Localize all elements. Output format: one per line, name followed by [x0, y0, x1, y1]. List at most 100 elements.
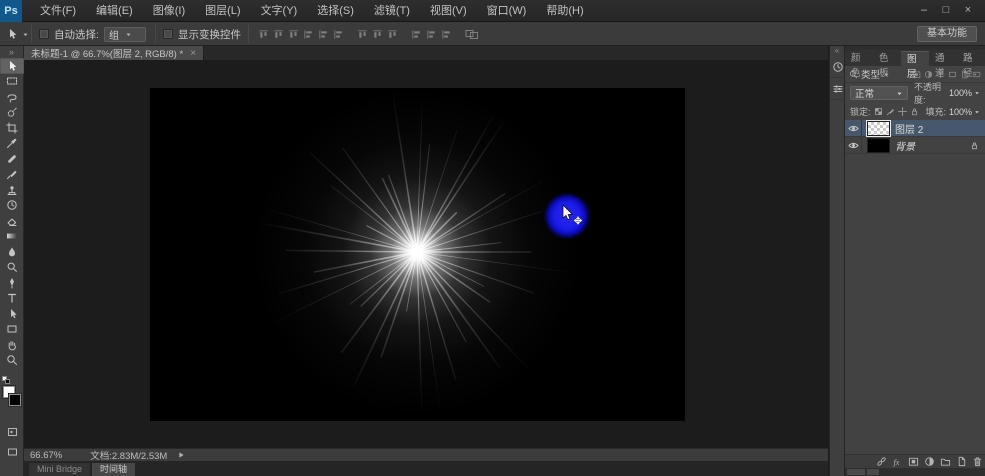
layer-mask-icon[interactable]	[908, 456, 919, 467]
distribute-top-edges-icon[interactable]	[357, 29, 368, 40]
gradient-tool[interactable]	[0, 229, 24, 245]
dodge-tool[interactable]	[0, 260, 24, 276]
history-panel-icon[interactable]	[830, 56, 846, 78]
spot-healing-brush-tool[interactable]	[0, 151, 24, 167]
minimize-button[interactable]: –	[913, 0, 935, 20]
background-color-swatch[interactable]	[9, 394, 21, 406]
close-tab-icon[interactable]: ×	[190, 48, 196, 59]
adjustment-layer-icon[interactable]	[924, 456, 935, 467]
layer-row[interactable]: 图层 2	[845, 120, 985, 137]
brush-tool[interactable]	[0, 167, 24, 183]
layer-style-icon[interactable]: fx	[892, 456, 903, 467]
layer-row[interactable]: 背景	[845, 137, 985, 154]
blur-tool[interactable]	[0, 244, 24, 260]
new-group-icon[interactable]	[940, 456, 951, 467]
menu-item[interactable]: 文件(F)	[30, 0, 86, 22]
show-transform-checkbox[interactable]	[163, 29, 173, 39]
zoom-tool[interactable]	[0, 353, 24, 369]
zoom-level-field[interactable]: 66.67%	[30, 450, 62, 461]
workspace-switcher-button[interactable]: 基本功能	[917, 26, 977, 42]
distribute-vertical-centers-icon[interactable]	[372, 29, 383, 40]
hand-tool[interactable]	[0, 337, 24, 353]
bottom-tab-timeline[interactable]: 时间轴	[92, 463, 135, 476]
lock-position-icon[interactable]	[898, 107, 907, 116]
menu-item[interactable]: 文字(Y)	[251, 0, 308, 22]
history-brush-tool[interactable]	[0, 198, 24, 214]
opacity-field[interactable]: 100%	[949, 88, 980, 98]
bottom-tab-mini-bridge[interactable]: Mini Bridge	[29, 463, 90, 476]
status-popup-arrow-icon[interactable]	[177, 451, 185, 459]
rectangular-marquee-tool[interactable]	[0, 74, 24, 90]
shape-filter-icon[interactable]	[948, 70, 957, 79]
link-layers-icon[interactable]	[876, 456, 887, 467]
panel-tab-颜色[interactable]: 颜色	[845, 51, 873, 66]
document-canvas[interactable]	[150, 88, 685, 421]
panel-tab-色板[interactable]: 色板	[873, 51, 901, 66]
expand-toolbox-icon[interactable]: »	[0, 46, 23, 58]
align-top-edges-icon[interactable]	[258, 29, 269, 40]
menu-item[interactable]: 图层(L)	[195, 0, 250, 22]
quick-selection-tool[interactable]	[0, 105, 24, 121]
type-filter-icon[interactable]	[936, 70, 945, 79]
fill-field[interactable]: 100%	[949, 107, 980, 117]
align-horizontal-centers-icon[interactable]	[318, 29, 329, 40]
panel-tab-通道[interactable]: 通道	[929, 51, 957, 66]
pen-tool[interactable]	[0, 275, 24, 291]
menu-item[interactable]: 视图(V)	[420, 0, 477, 22]
default-colors-icon[interactable]	[2, 376, 11, 385]
document-tab[interactable]: 未标题-1 @ 66.7%(图层 2, RGB/8) * ×	[24, 46, 204, 60]
align-right-edges-icon[interactable]	[333, 29, 344, 40]
lock-transparent-icon[interactable]	[874, 107, 883, 116]
smartobject-filter-icon[interactable]	[960, 70, 969, 79]
lock-all-icon[interactable]	[910, 107, 919, 116]
panel-tab-图层[interactable]: 图层	[901, 51, 929, 66]
menu-item[interactable]: 滤镜(T)	[364, 0, 420, 22]
align-left-edges-icon[interactable]	[303, 29, 314, 40]
shape-tool[interactable]	[0, 322, 24, 338]
restore-button[interactable]: □	[935, 0, 957, 20]
pixel-filter-icon[interactable]	[912, 70, 921, 79]
auto-select-dropdown[interactable]: 组	[104, 27, 146, 42]
panel-tab-路径[interactable]: 路径	[957, 51, 985, 66]
eye-icon[interactable]	[845, 137, 862, 154]
distribute-left-edges-icon[interactable]	[411, 29, 422, 40]
expand-dock-icon[interactable]: «	[830, 46, 844, 56]
lock-pixels-icon[interactable]	[886, 107, 895, 116]
menu-item[interactable]: 窗口(W)	[477, 0, 537, 22]
menu-item[interactable]: 选择(S)	[307, 0, 364, 22]
type-tool[interactable]	[0, 291, 24, 307]
close-button[interactable]: ×	[957, 0, 979, 20]
menu-item[interactable]: 编辑(E)	[86, 0, 143, 22]
eraser-tool[interactable]	[0, 213, 24, 229]
layer-name[interactable]: 背景	[895, 138, 915, 153]
quick-mask-icon[interactable]	[0, 424, 24, 440]
distribute-bottom-edges-icon[interactable]	[387, 29, 398, 40]
eyedropper-tool[interactable]	[0, 136, 24, 152]
distribute-right-edges-icon[interactable]	[441, 29, 452, 40]
blend-mode-dropdown[interactable]: 正常	[850, 86, 908, 100]
menu-item[interactable]: 图像(I)	[143, 0, 195, 22]
auto-select-checkbox[interactable]	[39, 29, 49, 39]
align-bottom-edges-icon[interactable]	[288, 29, 299, 40]
new-layer-icon[interactable]	[956, 456, 967, 467]
eye-icon[interactable]	[845, 120, 862, 137]
layer-name[interactable]: 图层 2	[895, 121, 923, 136]
align-vertical-centers-icon[interactable]	[273, 29, 284, 40]
crop-tool[interactable]	[0, 120, 24, 136]
adjustments-panel-icon[interactable]	[830, 78, 846, 100]
filter-type-label[interactable]: 类型	[861, 67, 880, 81]
distribute-horizontal-centers-icon[interactable]	[426, 29, 437, 40]
clone-stamp-tool[interactable]	[0, 182, 24, 198]
adjustment-filter-icon[interactable]	[924, 70, 933, 79]
menu-item[interactable]: 帮助(H)	[536, 0, 593, 22]
move-tool[interactable]	[0, 58, 24, 74]
screen-mode-icon[interactable]	[0, 444, 24, 460]
lasso-tool[interactable]	[0, 89, 24, 105]
tool-preset-picker[interactable]	[6, 22, 29, 46]
layer-thumbnail[interactable]	[867, 121, 890, 136]
layer-thumbnail[interactable]	[867, 138, 890, 153]
filter-switch-icon[interactable]	[972, 70, 981, 79]
path-selection-tool[interactable]	[0, 306, 24, 322]
delete-layer-icon[interactable]	[972, 456, 983, 467]
auto-align-layers-icon[interactable]	[465, 29, 479, 40]
